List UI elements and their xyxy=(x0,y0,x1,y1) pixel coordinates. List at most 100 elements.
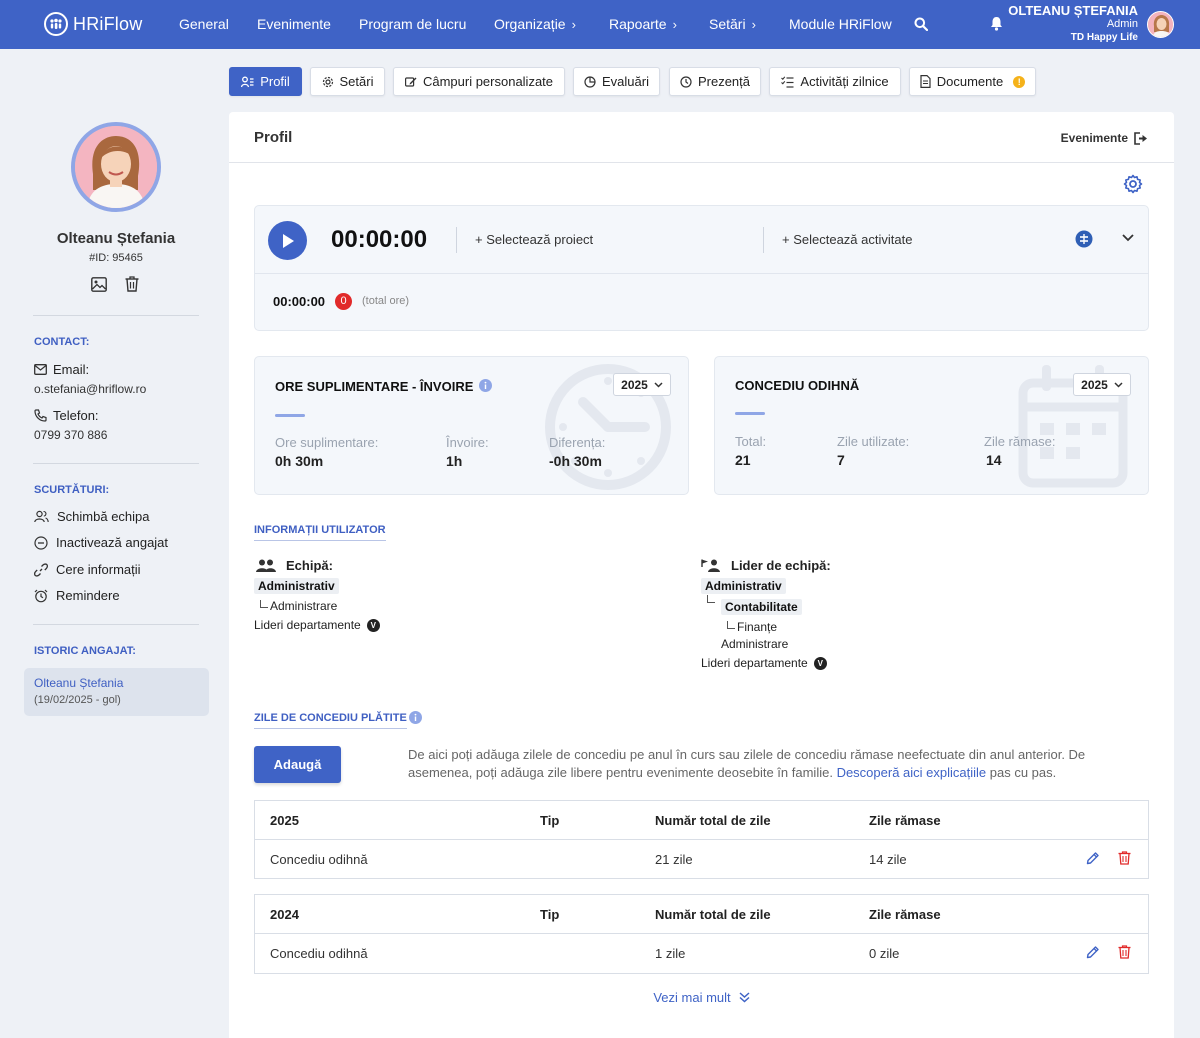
explanations-link[interactable]: Descoperă aici explicațiile xyxy=(837,765,987,780)
card-header: Profil Evenimente xyxy=(229,112,1174,163)
app-logo[interactable]: HRiFlow xyxy=(44,12,142,36)
stat-value: 0h 30m xyxy=(275,453,324,469)
chevron-badge-icon: V xyxy=(813,656,827,670)
email-value[interactable]: o.stefania@hriflow.ro xyxy=(34,382,146,396)
users-icon xyxy=(34,510,49,523)
events-link[interactable]: Evenimente xyxy=(1061,131,1148,145)
nav-evenimente[interactable]: Evenimente xyxy=(257,16,331,32)
label-text: Email: xyxy=(53,362,90,377)
employee-id: #ID: 95465 xyxy=(89,252,143,264)
select-activity-link[interactable]: + Selectează activitate xyxy=(782,232,912,247)
delete-icon[interactable] xyxy=(1118,945,1131,959)
tab-campuri[interactable]: Câmpuri personalizate xyxy=(393,67,565,96)
row-name: Concediu odihnă xyxy=(270,852,368,867)
col-type: Tip xyxy=(540,907,560,922)
shortcut-label: Schimbă echipa xyxy=(57,509,150,524)
row-name: Concediu odihnă xyxy=(270,946,368,961)
nav-setari[interactable]: Setări › xyxy=(709,16,756,32)
team-label: Echipă: xyxy=(256,558,333,573)
play-button[interactable] xyxy=(268,221,307,260)
currency-icon[interactable] xyxy=(1075,230,1093,248)
shortcut-request-info[interactable]: Cere informații xyxy=(34,562,141,577)
nav-label: Program de lucru xyxy=(359,16,467,32)
settings-gear-icon[interactable] xyxy=(1123,174,1143,194)
info-icon[interactable] xyxy=(409,711,422,724)
label-text: Echipă: xyxy=(286,558,333,573)
stat-label: Zile rămase: xyxy=(984,434,1056,449)
stat-value: 21 xyxy=(735,452,751,468)
edit-icon[interactable] xyxy=(1086,945,1100,959)
overtime-year-select[interactable]: 2025 xyxy=(613,373,671,396)
tab-profil[interactable]: Profil xyxy=(229,67,302,96)
history-name: Olteanu Ștefania xyxy=(34,676,124,690)
team-tag: Administrativ xyxy=(254,578,339,594)
nav-general[interactable]: General xyxy=(179,16,229,32)
tab-documente[interactable]: Documente ! xyxy=(909,67,1036,96)
see-more-link[interactable]: Vezi mai mult xyxy=(229,990,1174,1005)
col-type: Tip xyxy=(540,813,560,828)
tab-label: Câmpuri personalizate xyxy=(422,74,554,89)
delete-icon[interactable] xyxy=(1118,851,1131,865)
accent-bar xyxy=(275,414,305,417)
tab-prezenta[interactable]: Prezență xyxy=(669,67,761,96)
tab-activitati[interactable]: Activități zilnice xyxy=(769,67,901,96)
phone-value[interactable]: 0799 370 886 xyxy=(34,428,107,442)
bell-icon[interactable] xyxy=(990,16,1003,31)
select-project-link[interactable]: + Selectează proiect xyxy=(475,232,593,247)
gear-icon xyxy=(322,76,334,88)
leader-child: Finanțe xyxy=(727,620,777,634)
accent-bar xyxy=(735,412,765,415)
stat-label: Total: xyxy=(735,434,767,449)
add-leave-description: De aici poți adăuga zilele de concediu p… xyxy=(408,746,1128,782)
history-item[interactable]: Olteanu Ștefania (19/02/2025 - gol) xyxy=(24,668,209,716)
team-icon xyxy=(256,559,276,573)
user-avatar[interactable] xyxy=(1147,11,1174,38)
stat-value: -0h 30m xyxy=(549,453,602,469)
nav-label: Setări xyxy=(709,16,746,32)
tab-label: Setări xyxy=(339,74,374,89)
nav-program[interactable]: Program de lucru xyxy=(359,16,466,32)
stat-label: Ore suplimentare: xyxy=(275,435,379,450)
double-chevron-down-icon xyxy=(739,992,750,1003)
shortcut-label: Inactivează angajat xyxy=(56,535,169,550)
minus-circle-icon xyxy=(34,535,48,550)
nav-module[interactable]: Module HRiFlow xyxy=(789,16,892,32)
trash-icon[interactable] xyxy=(125,276,139,292)
nav-organizatie[interactable]: Organizație › xyxy=(494,16,576,32)
add-leave-button[interactable]: Adaugă xyxy=(254,746,341,783)
overtime-title: ORE SUPLIMENTARE - ÎNVOIRE xyxy=(275,379,474,394)
tab-evaluari[interactable]: Evaluări xyxy=(573,67,660,96)
sign-out-icon xyxy=(1134,131,1148,145)
shortcut-change-team[interactable]: Schimbă echipa xyxy=(34,509,150,524)
tab-setari[interactable]: Setări xyxy=(310,67,385,96)
leave-year-select[interactable]: 2025 xyxy=(1073,373,1131,396)
label-text: Lider de echipă: xyxy=(731,558,831,573)
tree-branch xyxy=(727,621,735,629)
leader-child-branch xyxy=(707,595,715,603)
year-value: 2025 xyxy=(621,377,648,392)
profile-avatar[interactable] xyxy=(71,122,161,212)
chevron-right-icon: › xyxy=(571,16,576,32)
profile-card: Profil Evenimente 00:00:00 + Selectează … xyxy=(229,112,1174,1038)
leave-table-2024: 2024 Tip Număr total de zile Zile rămase… xyxy=(254,894,1149,974)
chevron-down-icon[interactable] xyxy=(1122,234,1134,242)
nav-rapoarte[interactable]: Rapoarte › xyxy=(609,16,677,32)
leader-child: Administrare xyxy=(721,637,789,651)
info-icon[interactable] xyxy=(479,379,492,392)
leader-child-label: Finanțe xyxy=(737,620,778,634)
team-leaders[interactable]: Lideri departamente V xyxy=(254,618,380,632)
leader-leaders[interactable]: Lideri departamente V xyxy=(701,656,827,670)
search-icon[interactable] xyxy=(914,17,928,31)
user-name[interactable]: OLTEANU ȘTEFANIA xyxy=(1008,3,1138,18)
user-role: Admin xyxy=(1106,18,1138,30)
edit-icon[interactable] xyxy=(1086,851,1100,865)
divider xyxy=(255,273,1149,274)
shortcut-reminders[interactable]: Remindere xyxy=(34,588,120,603)
shortcut-deactivate[interactable]: Inactivează angajat xyxy=(34,535,168,550)
desc-text: pas cu pas. xyxy=(986,765,1057,780)
user-company: TD Happy Life xyxy=(1070,32,1138,43)
clock-icon xyxy=(680,75,692,88)
image-icon[interactable] xyxy=(91,277,107,292)
chevron-right-icon: › xyxy=(751,16,756,32)
paid-leave-heading: ZILE DE CONCEDIU PLĂTITE xyxy=(254,712,407,729)
